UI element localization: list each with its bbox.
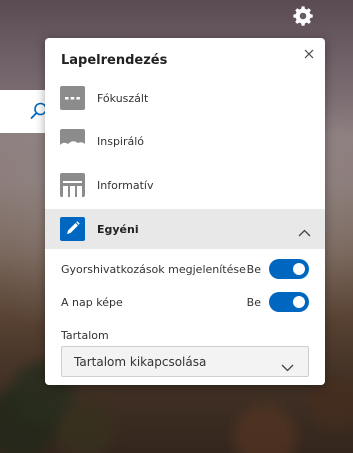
close-icon[interactable] [301,46,317,62]
content-dropdown-value: Tartalom kikapcsolása [74,354,207,369]
layout-option-label: Inspiráló [97,134,145,148]
image-of-day-label: A nap képe [61,295,123,309]
toggle-knob [293,263,305,275]
layout-focused-icon [60,86,85,110]
layout-informational-icon [60,173,85,197]
content-dropdown[interactable]: Tartalom kikapcsolása [61,346,309,377]
page-layout-panel: Lapelrendezés Fókuszált Inspiráló Inform… [45,38,325,385]
quick-links-row: Gyorshivatkozások megjelenítése Be [61,258,309,280]
quick-links-toggle[interactable] [269,259,309,279]
chevron-down-icon [281,357,294,376]
layout-option-inspirational[interactable]: Inspiráló [45,123,325,159]
layout-inspirational-icon [60,129,85,153]
quick-links-state: Be [246,262,261,276]
quick-links-label: Gyorshivatkozások megjelenítése [61,262,246,276]
layout-custom-pencil-icon [60,217,85,241]
layout-option-label: Egyéni [97,222,139,236]
layout-option-focused[interactable]: Fókuszált [45,80,325,116]
panel-title: Lapelrendezés [61,53,168,68]
layout-option-custom[interactable]: Egyéni [45,209,325,249]
chevron-up-icon[interactable] [298,222,311,241]
gear-icon[interactable] [290,3,316,29]
layout-option-label: Informatív [97,178,154,192]
layout-option-label: Fókuszált [97,91,149,105]
content-label: Tartalom [61,329,109,342]
image-of-day-row: A nap képe Be [61,291,309,313]
layout-option-informational[interactable]: Informatív [45,167,325,203]
image-of-day-state: Be [246,295,261,309]
toggle-knob [293,296,305,308]
image-of-day-toggle[interactable] [269,292,309,312]
